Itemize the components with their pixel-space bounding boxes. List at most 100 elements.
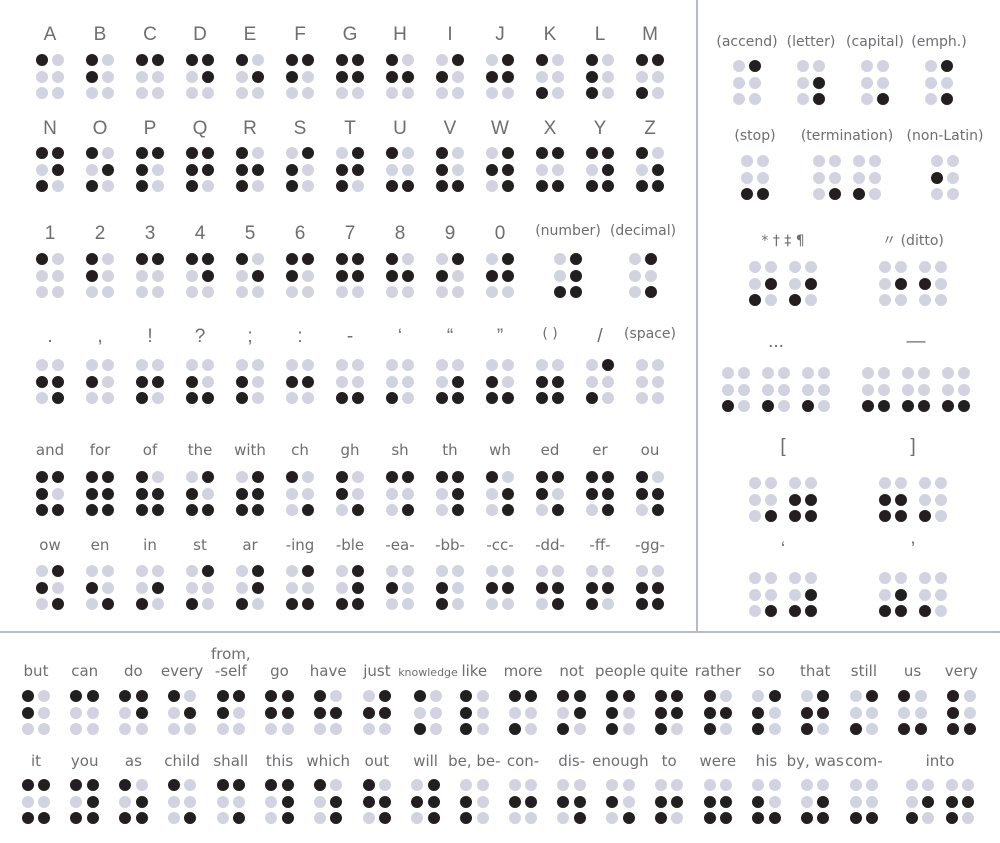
symbol-label: E [243,24,257,45]
raised-dot [635,180,648,192]
symbol-label: O [92,118,108,139]
raised-dot [435,70,448,83]
symbol-label: / [597,326,603,347]
raised-dot [752,812,765,824]
symbol-label: V [443,118,457,139]
flat-dot [635,392,648,404]
raised-dot [235,253,248,265]
flat-dot [235,471,248,483]
raised-dot [508,690,521,702]
flat-dot [285,392,298,404]
symbol-label: rather [694,662,741,680]
flat-dot [602,565,615,577]
flat-dot [740,171,753,184]
raised-dot [805,493,818,506]
flat-dot [749,76,762,89]
raised-dot [585,70,598,83]
raised-dot [135,147,148,159]
raised-dot [652,581,665,594]
flat-dot [385,163,398,176]
raised-dot [330,812,343,824]
raised-dot [265,779,278,791]
flat-dot [748,493,761,506]
raised-dot [945,812,958,824]
raised-dot [185,598,198,610]
raised-dot [202,504,215,516]
flat-dot [805,261,818,273]
raised-dot [281,690,294,702]
flat-dot [202,581,215,594]
flat-dot [602,70,615,83]
flat-dot [184,723,197,735]
raised-dot [285,471,298,483]
symbol-label: W [491,118,509,139]
flat-dot [535,359,548,371]
flat-dot [778,383,791,396]
raised-dot [35,504,48,516]
symbol-label: (capital) [846,34,904,50]
symbol-label: to [661,752,677,770]
raised-dot [285,70,298,83]
raised-dot [703,706,716,719]
flat-dot [235,286,248,298]
flat-dot [302,581,315,594]
raised-dot [800,723,813,735]
symbol-label: and [35,441,65,459]
flat-dot [235,87,248,99]
raised-dot [38,812,51,824]
flat-dot [508,812,521,824]
symbol-label: enough [592,752,649,770]
symbol-label: -gg- [635,536,665,554]
raised-dot [352,54,365,66]
flat-dot [21,723,34,735]
flat-dot [302,471,315,483]
raised-dot [86,779,99,791]
flat-dot [800,795,813,808]
raised-dot [765,277,778,290]
raised-dot [788,294,801,306]
flat-dot [485,87,498,99]
flat-dot [918,367,931,379]
flat-dot [285,581,298,594]
raised-dot [330,795,343,808]
raised-dot [654,795,667,808]
raised-dot [460,795,473,808]
flat-dot [740,155,753,167]
flat-dot [35,565,48,577]
flat-dot [947,155,960,167]
raised-dot [135,690,148,702]
flat-dot [801,383,814,396]
flat-dot [552,70,565,83]
flat-dot [135,70,148,83]
flat-dot [765,294,778,306]
raised-dot [452,487,465,500]
raised-dot [622,812,635,824]
raised-dot [914,723,927,735]
raised-dot [152,147,165,159]
flat-dot [102,392,115,404]
flat-dot [362,690,375,702]
raised-dot [573,706,586,719]
flat-dot [476,723,489,735]
raised-dot [102,471,115,483]
raised-dot [235,375,248,388]
flat-dot [606,779,619,791]
flat-dot [476,779,489,791]
raised-dot [552,147,565,159]
flat-dot [748,572,761,584]
flat-dot [485,286,498,298]
raised-dot [502,581,515,594]
symbol-label: wh [489,441,511,459]
raised-dot [52,163,65,176]
raised-dot [335,471,348,483]
flat-dot [335,87,348,99]
flat-dot [935,261,948,273]
flat-dot [535,504,548,516]
raised-dot [302,54,315,66]
raised-dot [335,180,348,192]
raised-dot [233,690,246,702]
flat-dot [85,392,98,404]
raised-dot [285,163,298,176]
flat-dot [152,359,165,371]
symbol-label: [ [780,436,786,457]
